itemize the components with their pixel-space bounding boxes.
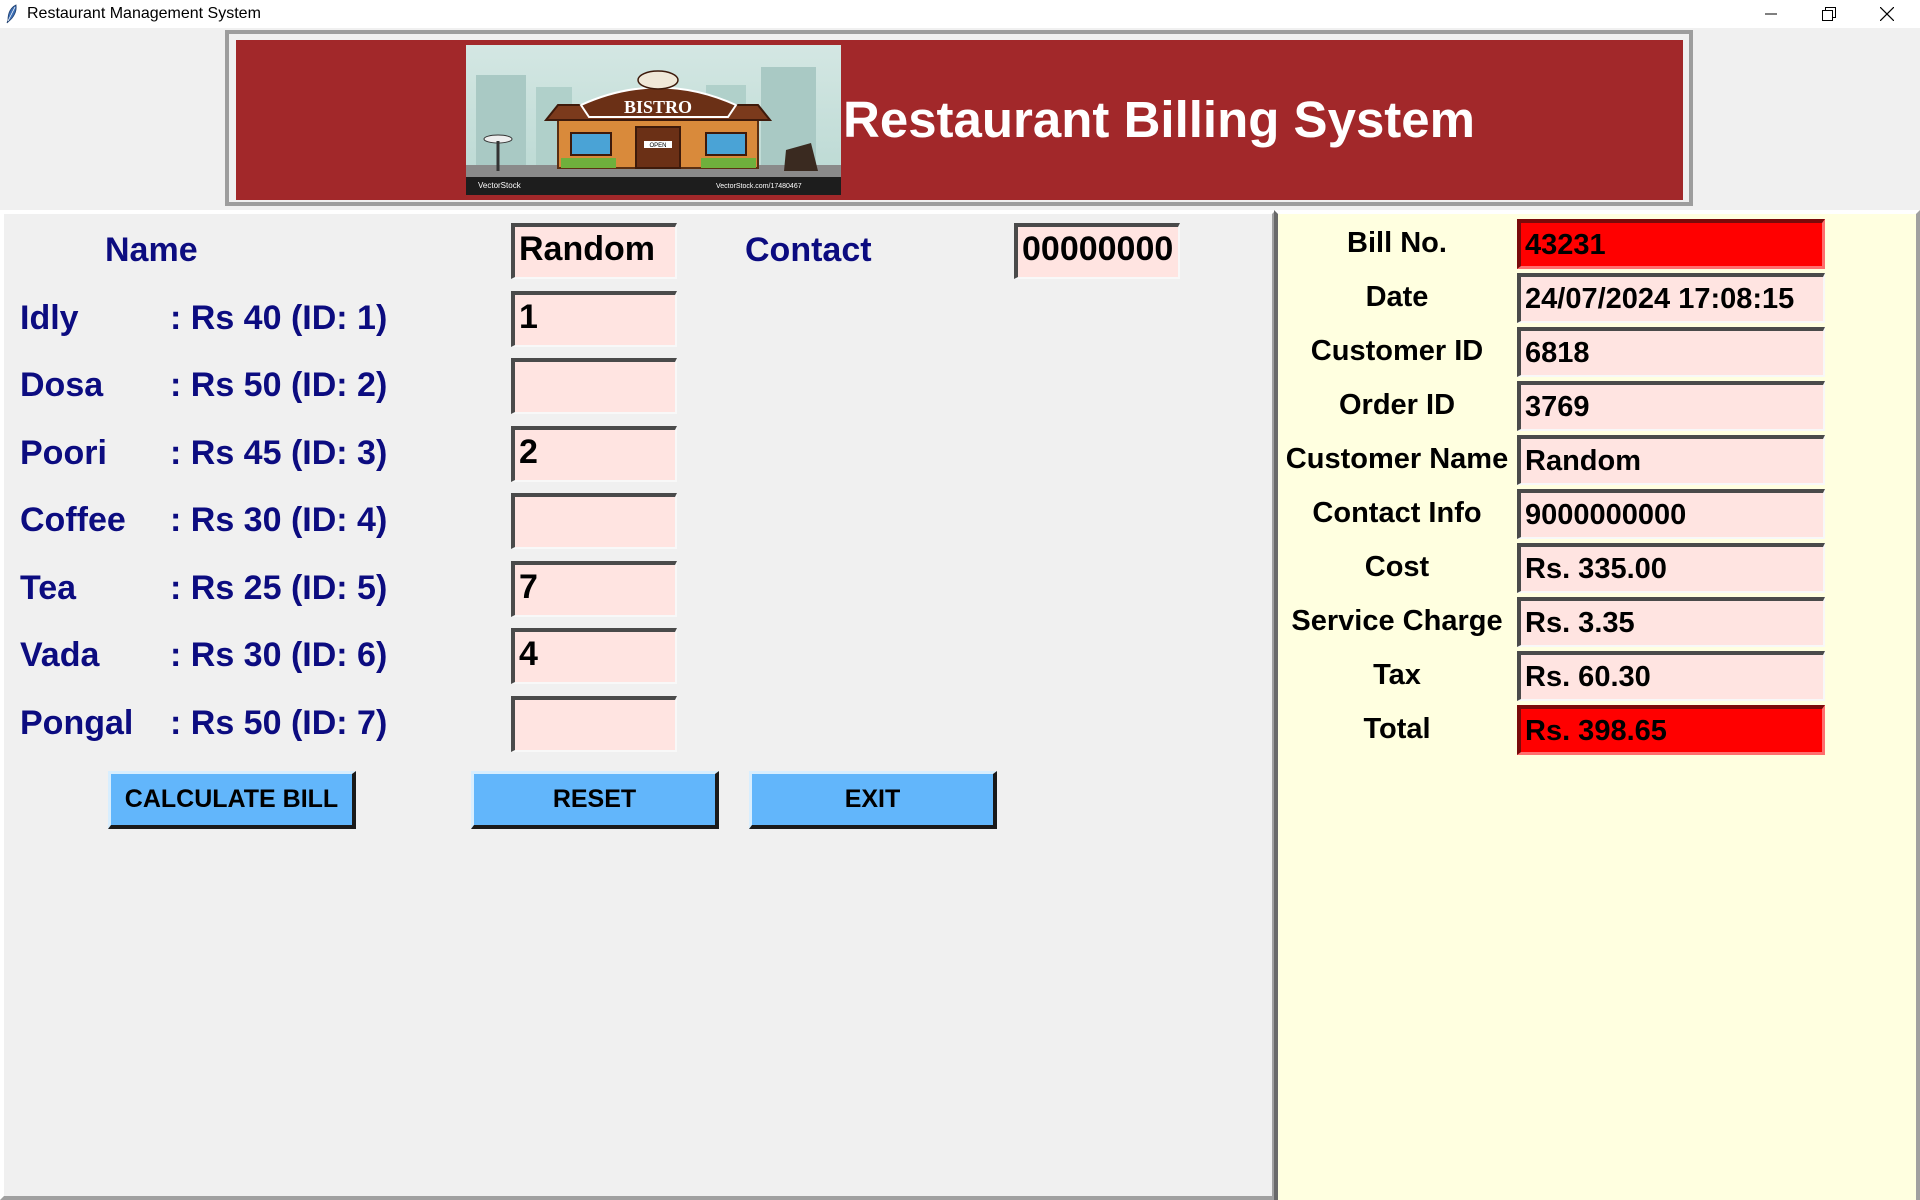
contact-info-label: Contact Info	[1312, 497, 1482, 529]
svg-text:VectorStock.com/17480467: VectorStock.com/17480467	[716, 183, 802, 190]
calculate-bill-button[interactable]: CALCULATE BILL	[108, 771, 356, 829]
pongal-qty-input[interactable]	[511, 696, 677, 752]
minimize-icon	[1765, 13, 1777, 15]
menu-item-name: Vada	[20, 636, 100, 674]
date-label: Date	[1365, 281, 1429, 313]
app-title: Restaurant Billing System	[843, 91, 1475, 148]
service-charge-label: Service Charge	[1291, 605, 1503, 637]
menu-item-name: Coffee	[20, 501, 126, 539]
minimize-button[interactable]	[1742, 0, 1800, 28]
order-id-label: Order ID	[1338, 389, 1456, 421]
close-icon	[1880, 7, 1894, 21]
menu-item-price: : Rs 40 (ID: 1)	[170, 299, 388, 337]
bistro-logo-image: OPEN BISTRO VectorStock VectorStock.com/…	[466, 45, 841, 195]
customer-id-field[interactable]: 6818	[1517, 327, 1825, 377]
customer-id-label: Customer ID	[1310, 335, 1484, 367]
menu-item-name: Dosa	[20, 366, 104, 404]
restore-button[interactable]	[1800, 0, 1858, 28]
coffee-qty-input[interactable]	[511, 493, 677, 549]
window-title: Restaurant Management System	[27, 5, 261, 22]
contact-label: Contact	[745, 231, 872, 269]
tea-qty-input[interactable]: 7	[511, 561, 677, 617]
menu-item-price: : Rs 30 (ID: 6)	[170, 636, 388, 674]
menu-item-name: Idly	[20, 299, 79, 337]
tax-label: Tax	[1373, 659, 1421, 691]
feather-icon	[5, 4, 21, 24]
menu-item-price: : Rs 50 (ID: 7)	[170, 704, 388, 742]
cost-label: Cost	[1364, 551, 1430, 583]
bill-no-field[interactable]: 43231	[1517, 219, 1825, 269]
reset-button[interactable]: RESET	[471, 771, 719, 829]
idly-qty-input[interactable]: 1	[511, 291, 677, 347]
total-field[interactable]: Rs. 398.65	[1517, 705, 1825, 755]
menu-item-price: : Rs 30 (ID: 4)	[170, 501, 388, 539]
restore-icon	[1822, 7, 1836, 21]
contact-input[interactable]: 00000000	[1014, 223, 1180, 279]
window-titlebar: Restaurant Management System	[0, 0, 1920, 28]
menu-item-name: Tea	[20, 569, 77, 607]
name-label: Name	[105, 231, 198, 269]
poori-qty-input[interactable]: 2	[511, 426, 677, 482]
svg-text:OPEN: OPEN	[649, 143, 666, 149]
bill-no-label: Bill No.	[1347, 227, 1447, 259]
exit-button[interactable]: EXIT	[749, 771, 997, 829]
service-charge-field[interactable]: Rs. 3.35	[1517, 597, 1825, 647]
total-label: Total	[1363, 713, 1431, 745]
contact-info-field[interactable]: 9000000000	[1517, 489, 1825, 539]
tax-field[interactable]: Rs. 60.30	[1517, 651, 1825, 701]
menu-item-name: Pongal	[20, 704, 134, 742]
menu-item-name: Poori	[20, 434, 107, 472]
customer-name-field[interactable]: Random	[1517, 435, 1825, 485]
menu-item-price: : Rs 45 (ID: 3)	[170, 434, 388, 472]
name-input[interactable]: Random	[511, 223, 677, 279]
menu-item-price: : Rs 50 (ID: 2)	[170, 366, 388, 404]
order-id-field[interactable]: 3769	[1517, 381, 1825, 431]
vada-qty-input[interactable]: 4	[511, 628, 677, 684]
customer-name-label: Customer Name	[1285, 443, 1509, 475]
svg-text:BISTRO: BISTRO	[624, 97, 692, 117]
close-button[interactable]	[1858, 0, 1916, 28]
svg-text:VectorStock: VectorStock	[478, 181, 522, 190]
menu-item-price: : Rs 25 (ID: 5)	[170, 569, 388, 607]
dosa-qty-input[interactable]	[511, 358, 677, 414]
cost-field[interactable]: Rs. 335.00	[1517, 543, 1825, 593]
date-field[interactable]: 24/07/2024 17:08:15	[1517, 273, 1825, 323]
